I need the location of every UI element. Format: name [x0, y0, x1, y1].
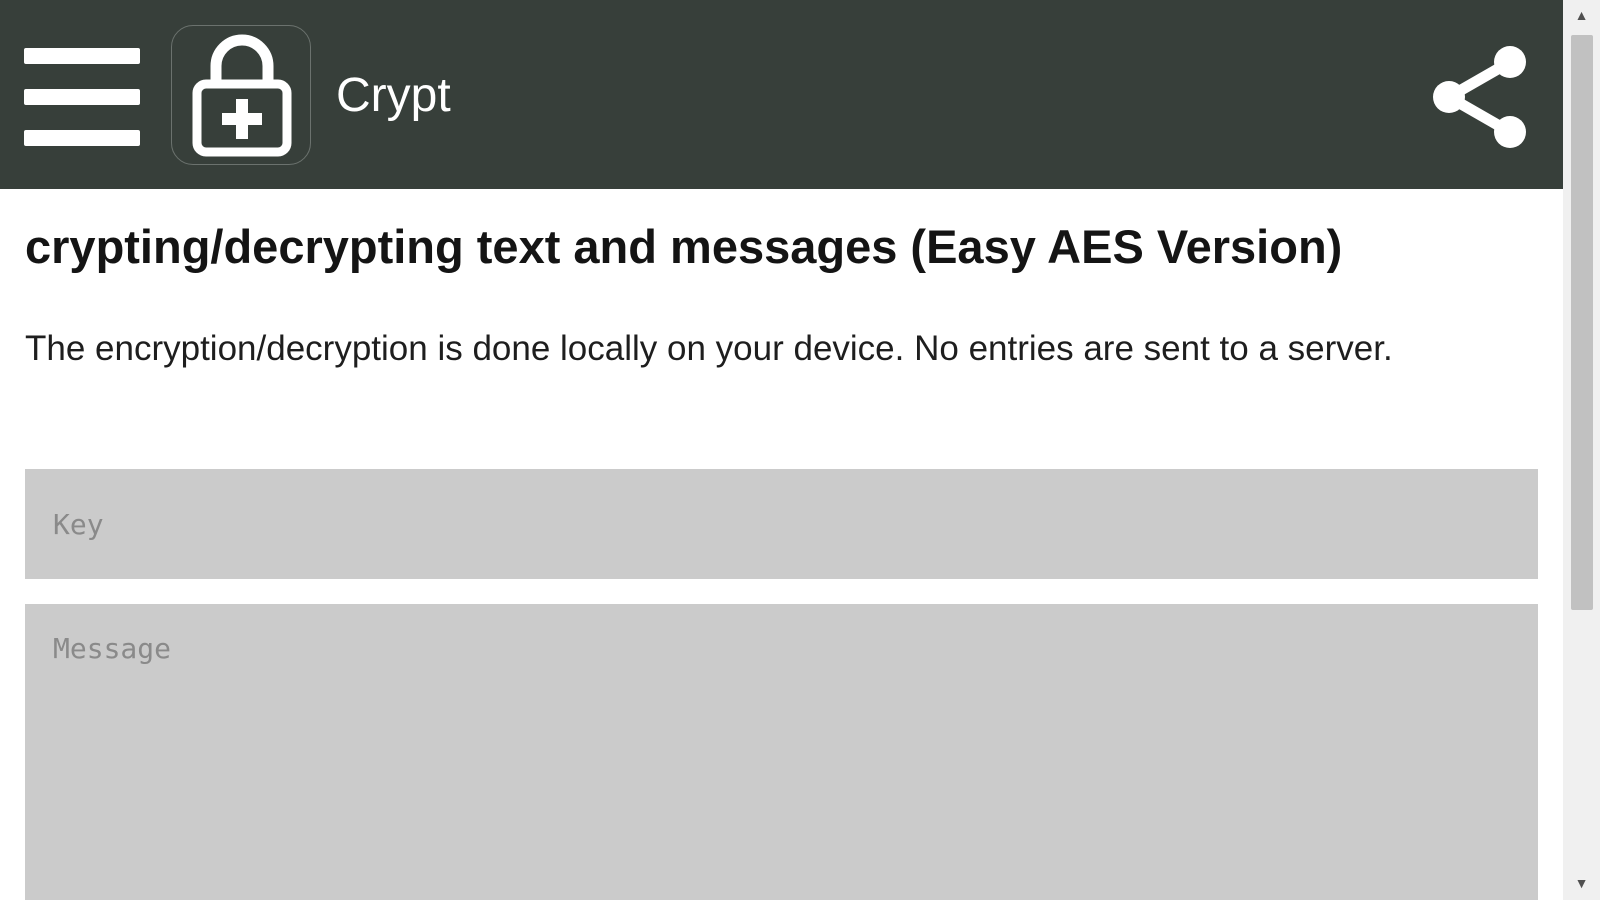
- message-input[interactable]: [25, 604, 1538, 900]
- page-viewport: Crypt crypting/decrypting text and messa…: [0, 0, 1563, 900]
- privacy-description: The encryption/decryption is done locall…: [25, 329, 1393, 368]
- key-input[interactable]: [25, 469, 1538, 579]
- app-title: Crypt: [336, 69, 451, 122]
- scroll-down-arrow-icon[interactable]: ▼: [1563, 868, 1600, 898]
- app-logo: [171, 25, 311, 165]
- menu-button[interactable]: [24, 48, 140, 148]
- scrollbar-thumb[interactable]: [1571, 35, 1593, 610]
- share-button[interactable]: [1427, 40, 1537, 152]
- lock-plus-icon: [192, 34, 292, 157]
- page-heading: crypting/decrypting text and messages (E…: [25, 220, 1343, 273]
- app-header: Crypt: [0, 0, 1563, 189]
- vertical-scrollbar[interactable]: ▲ ▼: [1563, 0, 1600, 900]
- share-icon: [1433, 46, 1526, 148]
- scroll-up-arrow-icon[interactable]: ▲: [1563, 0, 1600, 30]
